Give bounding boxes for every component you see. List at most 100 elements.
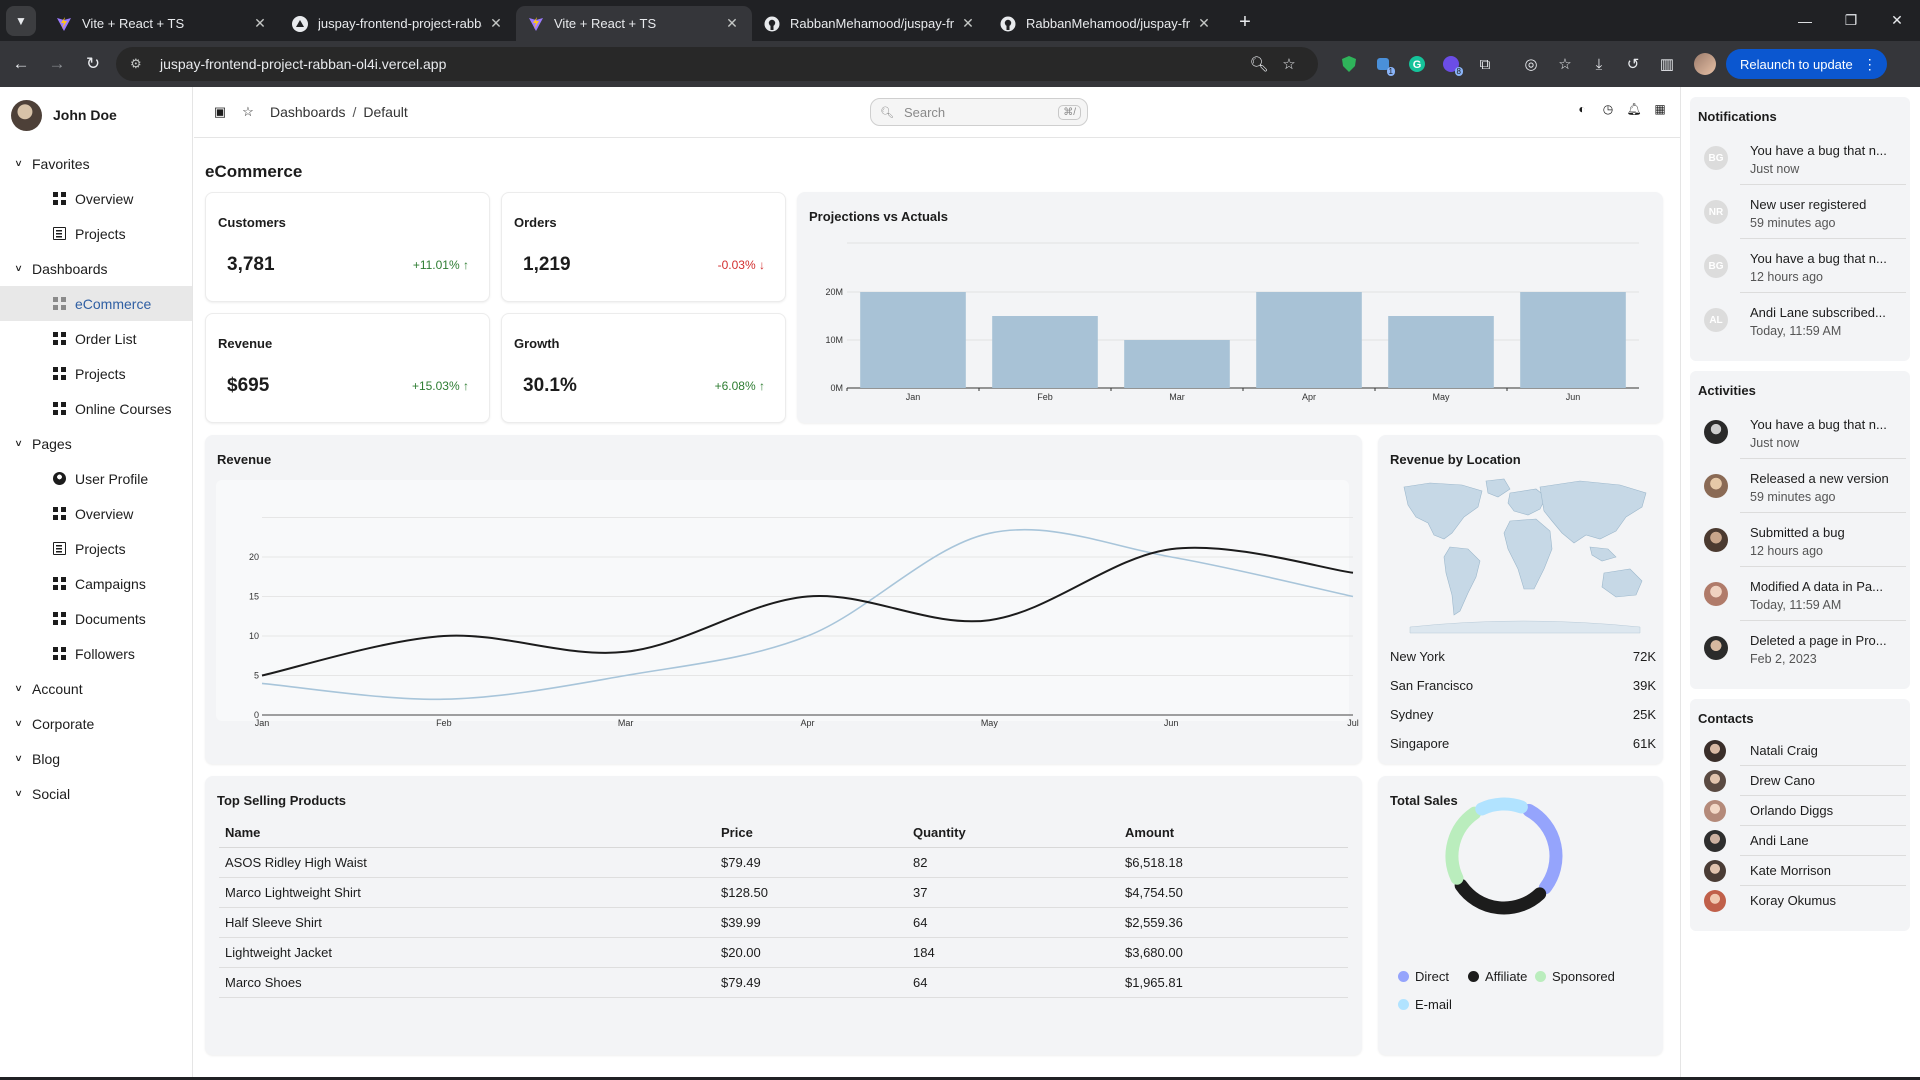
shield-extension-icon[interactable]	[1332, 49, 1366, 79]
browser-tab[interactable]: Vite + React + TS ✕	[44, 6, 280, 41]
user-profile[interactable]: John Doe	[0, 87, 192, 143]
close-window-icon[interactable]: ✕	[1874, 0, 1920, 41]
bell-icon[interactable]: 🔔︎	[1626, 102, 1642, 116]
table-row[interactable]: Lightweight Jacket $20.00 184 $3,680.00	[219, 937, 1348, 968]
sidebar-item-projects[interactable]: Projects	[0, 531, 192, 566]
search-input[interactable]: 🔍︎ Search ⌘/	[870, 98, 1088, 126]
y-tick-label: 10	[249, 631, 259, 641]
sidebar-item-overview[interactable]: Overview	[0, 496, 192, 531]
sidebar-item-documents[interactable]: Documents	[0, 601, 192, 636]
sidebar-item-campaigns[interactable]: Campaigns	[0, 566, 192, 601]
reload-button[interactable]: ↻	[78, 49, 108, 79]
column-header[interactable]: Price	[715, 819, 907, 848]
product-price: $79.49	[715, 847, 907, 878]
close-icon[interactable]: ✕	[488, 15, 504, 32]
minimize-icon[interactable]: —	[1782, 0, 1828, 41]
activity-item[interactable]: Submitted a bug 12 hours ago	[1690, 513, 1910, 567]
section-label: Account	[32, 680, 83, 697]
close-icon[interactable]: ✕	[252, 15, 268, 32]
bookmark-star-icon[interactable]: ☆	[1274, 55, 1304, 73]
activity-item[interactable]: Modified A data in Pa... Today, 11:59 AM	[1690, 567, 1910, 621]
column-header[interactable]: Amount	[1119, 819, 1348, 848]
sidebar-item-online-courses[interactable]: Online Courses	[0, 391, 192, 426]
puzzle-icon[interactable]: ⧉	[1468, 49, 1502, 79]
contact-item[interactable]: Koray Okumus	[1690, 886, 1910, 916]
stat-change: +6.08% ↑	[714, 379, 765, 393]
section-dashboards[interactable]: ∨ Dashboards	[0, 251, 192, 286]
notification-item[interactable]: BG You have a bug that n... 12 hours ago	[1690, 239, 1910, 293]
section-pages[interactable]: ∨ Pages	[0, 426, 192, 461]
back-button[interactable]: ←	[6, 49, 36, 79]
contact-item[interactable]: Natali Craig	[1690, 736, 1910, 766]
address-bar[interactable]: ⚙ juspay-frontend-project-rabban-ol4i.ve…	[116, 47, 1318, 81]
section-corporate[interactable]: ∨ Corporate	[0, 706, 192, 741]
sidebar-item-projects[interactable]: Projects	[0, 356, 192, 391]
activity-item[interactable]: Released a new version 59 minutes ago	[1690, 459, 1910, 513]
download-icon[interactable]: ⤓	[1582, 49, 1616, 79]
tab-search-button[interactable]: ▼	[6, 6, 36, 36]
more-vertical-icon: ⋮	[1862, 55, 1877, 72]
forward-button[interactable]: →	[42, 49, 72, 79]
grammarly-icon[interactable]: G	[1400, 49, 1434, 79]
contact-item[interactable]: Andi Lane	[1690, 826, 1910, 856]
profile-avatar[interactable]	[1694, 53, 1716, 75]
section-social[interactable]: ∨ Social	[0, 776, 192, 811]
notification-item[interactable]: BG You have a bug that n... Just now	[1690, 131, 1910, 185]
avatar: NR	[1704, 200, 1728, 224]
star-icon[interactable]: ☆	[236, 104, 260, 120]
sidebar-item-followers[interactable]: Followers	[0, 636, 192, 671]
section-label: Favorites	[32, 155, 90, 172]
table-row[interactable]: ASOS Ridley High Waist $79.49 82 $6,518.…	[219, 847, 1348, 878]
contact-item[interactable]: Kate Morrison	[1690, 856, 1910, 886]
apps-grid-icon[interactable]: ▦	[1652, 102, 1668, 116]
browser-tab[interactable]: RabbanMehamood/juspay-fron ✕	[752, 6, 988, 41]
screenshot-icon[interactable]: ◎	[1514, 49, 1548, 79]
activity-item[interactable]: Deleted a page in Pro... Feb 2, 2023	[1690, 621, 1910, 675]
world-map	[1390, 477, 1654, 637]
breadcrumb-default[interactable]: Default	[363, 104, 407, 120]
close-icon[interactable]: ✕	[724, 15, 740, 32]
product-quantity: 184	[907, 937, 1119, 968]
section-blog[interactable]: ∨ Blog	[0, 741, 192, 776]
contact-item[interactable]: Drew Cano	[1690, 766, 1910, 796]
new-tab-button[interactable]: +	[1230, 11, 1260, 34]
product-quantity: 37	[907, 877, 1119, 908]
activity-item[interactable]: You have a bug that n... Just now	[1690, 405, 1910, 459]
sidebar-item-label: Order List	[75, 330, 137, 347]
site-info-icon[interactable]: ⚙	[130, 56, 148, 72]
relaunch-button[interactable]: Relaunch to update ⋮	[1726, 49, 1887, 79]
browser-tab[interactable]: RabbanMehamood/juspay-fron ✕	[988, 6, 1224, 41]
column-header[interactable]: Quantity	[907, 819, 1119, 848]
column-header[interactable]: Name	[219, 819, 715, 848]
restore-icon[interactable]: ❐	[1828, 0, 1874, 41]
section-account[interactable]: ∨ Account	[0, 671, 192, 706]
close-icon[interactable]: ✕	[960, 15, 976, 32]
sidebar-item-user-profile[interactable]: User Profile	[0, 461, 192, 496]
contact-item[interactable]: Orlando Diggs	[1690, 796, 1910, 826]
notification-item[interactable]: AL Andi Lane subscribed... Today, 11:59 AM	[1690, 293, 1910, 347]
zoom-icon[interactable]: 🔍︎	[1244, 55, 1274, 73]
url-text[interactable]: juspay-frontend-project-rabban-ol4i.verc…	[160, 56, 1244, 72]
sidebar-item-ecommerce[interactable]: eCommerce	[0, 286, 192, 321]
notification-item[interactable]: NR New user registered 59 minutes ago	[1690, 185, 1910, 239]
table-row[interactable]: Half Sleeve Shirt $39.99 64 $2,559.36	[219, 907, 1348, 938]
browser-tab[interactable]: juspay-frontend-project-rabban ✕	[280, 6, 516, 41]
history-icon[interactable]: ◷	[1600, 102, 1616, 116]
table-row[interactable]: Marco Lightweight Shirt $128.50 37 $4,75…	[219, 877, 1348, 908]
theme-toggle-icon[interactable]: ◐	[1574, 102, 1590, 116]
sidebar-item-projects[interactable]: Projects	[0, 216, 192, 251]
favorites-icon[interactable]: ☆	[1548, 49, 1582, 79]
sidebar-toggle-icon[interactable]: ▣	[208, 104, 232, 120]
extension-icon[interactable]: 8	[1434, 49, 1468, 79]
location-value: 72K	[1632, 649, 1656, 664]
browser-tab-active[interactable]: Vite + React + TS ✕	[516, 6, 752, 41]
sidebar-item-overview[interactable]: Overview	[0, 181, 192, 216]
extension-icon[interactable]: 1	[1366, 49, 1400, 79]
section-favorites[interactable]: ∨ Favorites	[0, 146, 192, 181]
table-row[interactable]: Marco Shoes $79.49 64 $1,965.81	[219, 967, 1348, 998]
sidebar-item-order-list[interactable]: Order List	[0, 321, 192, 356]
close-icon[interactable]: ✕	[1196, 15, 1212, 32]
history-icon[interactable]: ↺	[1616, 49, 1650, 79]
split-view-icon[interactable]: ▥	[1650, 49, 1684, 79]
breadcrumb-dashboards[interactable]: Dashboards	[270, 104, 346, 120]
